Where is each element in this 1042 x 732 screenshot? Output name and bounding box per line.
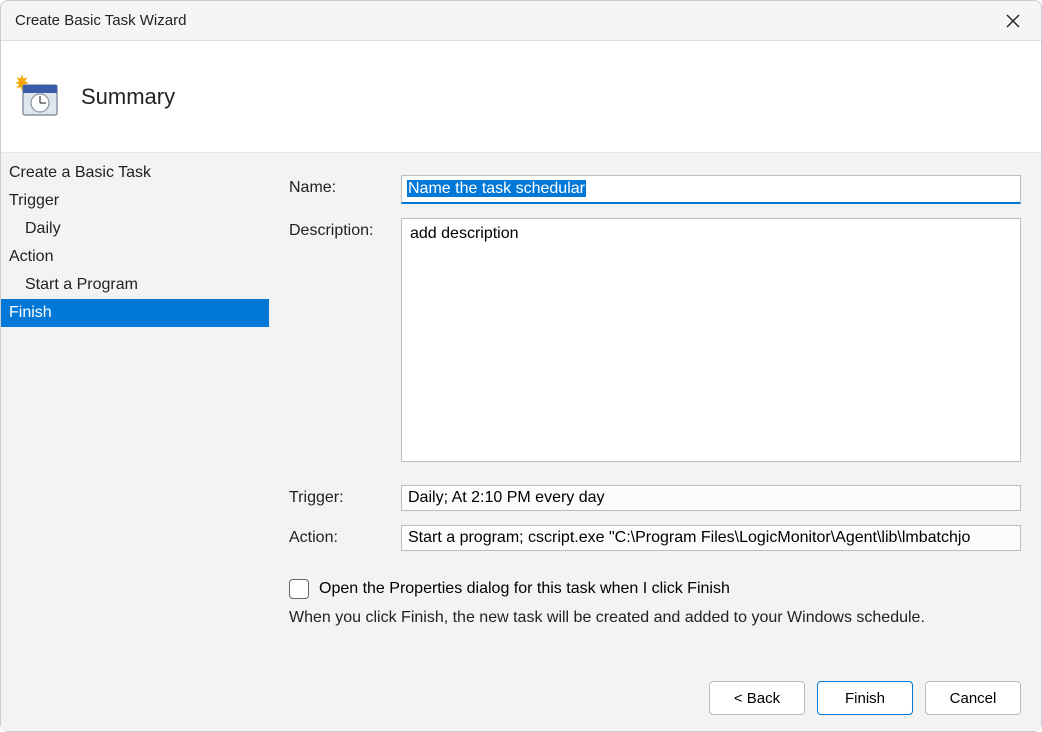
close-button[interactable] [999,7,1027,35]
action-value: Start a program; cscript.exe "C:\Program… [401,525,1021,551]
open-properties-row: Open the Properties dialog for this task… [289,579,1021,599]
sidebar: Create a Basic Task Trigger Daily Action… [1,153,269,731]
window-title: Create Basic Task Wizard [15,12,186,29]
button-bar: < Back Finish Cancel [709,681,1021,715]
row-description: Description: [289,218,1021,465]
main-panel: Name: Name the task schedular Descriptio… [269,153,1041,731]
open-properties-checkbox[interactable] [289,579,309,599]
sidebar-item-finish[interactable]: Finish [1,299,269,327]
wizard-window: Create Basic Task Wizard Summary Create … [0,0,1042,732]
close-icon [1006,14,1020,28]
finish-info-text: When you click Finish, the new task will… [289,609,1021,627]
description-input[interactable] [401,218,1021,462]
action-label: Action: [289,525,401,547]
row-name: Name: Name the task schedular [289,175,1021,204]
back-button[interactable]: < Back [709,681,805,715]
page-title: Summary [81,84,175,110]
wizard-icon [15,75,59,119]
sidebar-item-start-program[interactable]: Start a Program [1,271,269,299]
titlebar: Create Basic Task Wizard [1,1,1041,41]
trigger-value: Daily; At 2:10 PM every day [401,485,1021,511]
trigger-label: Trigger: [289,485,401,507]
finish-button[interactable]: Finish [817,681,913,715]
sidebar-item-daily[interactable]: Daily [1,215,269,243]
cancel-button[interactable]: Cancel [925,681,1021,715]
sidebar-item-trigger[interactable]: Trigger [1,187,269,215]
sidebar-item-action[interactable]: Action [1,243,269,271]
wizard-header: Summary [1,41,1041,153]
description-label: Description: [289,218,401,240]
wizard-body: Create a Basic Task Trigger Daily Action… [1,153,1041,731]
row-trigger: Trigger: Daily; At 2:10 PM every day [289,485,1021,511]
name-input[interactable]: Name the task schedular [401,175,1021,204]
name-label: Name: [289,175,401,197]
row-action: Action: Start a program; cscript.exe "C:… [289,525,1021,551]
open-properties-label[interactable]: Open the Properties dialog for this task… [319,580,730,598]
sidebar-item-create-basic-task[interactable]: Create a Basic Task [1,159,269,187]
